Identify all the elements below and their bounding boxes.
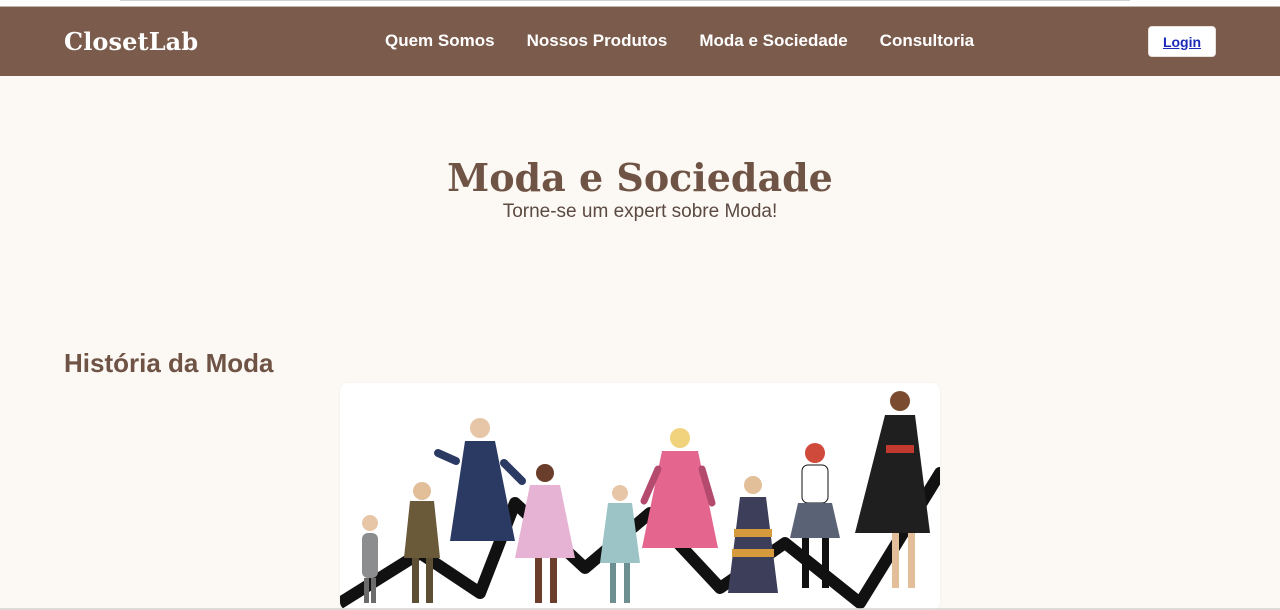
nav-link-consultoria[interactable]: Consultoria xyxy=(880,31,974,51)
nav-link-quem-somos[interactable]: Quem Somos xyxy=(385,31,495,51)
fashion-history-image-card xyxy=(340,383,940,610)
site-logo[interactable]: ClosetLab xyxy=(64,27,198,57)
page-subtitle: Torne-se um expert sobre Moda! xyxy=(502,201,778,222)
login-button[interactable]: Login xyxy=(1148,26,1216,57)
main-navigation: Quem Somos Nossos Produtos Moda e Socied… xyxy=(385,31,974,51)
page-title: Moda e Sociedade xyxy=(447,155,833,201)
fashion-history-illustration-icon xyxy=(340,383,940,610)
site-header: ClosetLab Quem Somos Nossos Produtos Mod… xyxy=(0,6,1280,76)
page-main: Moda e Sociedade Torne-se um expert sobr… xyxy=(0,76,1280,610)
nav-link-moda-e-sociedade[interactable]: Moda e Sociedade xyxy=(699,31,847,51)
section-title-historia-da-moda: História da Moda xyxy=(64,347,274,378)
browser-top-divider xyxy=(120,0,1130,1)
nav-link-nossos-produtos[interactable]: Nossos Produtos xyxy=(527,31,668,51)
